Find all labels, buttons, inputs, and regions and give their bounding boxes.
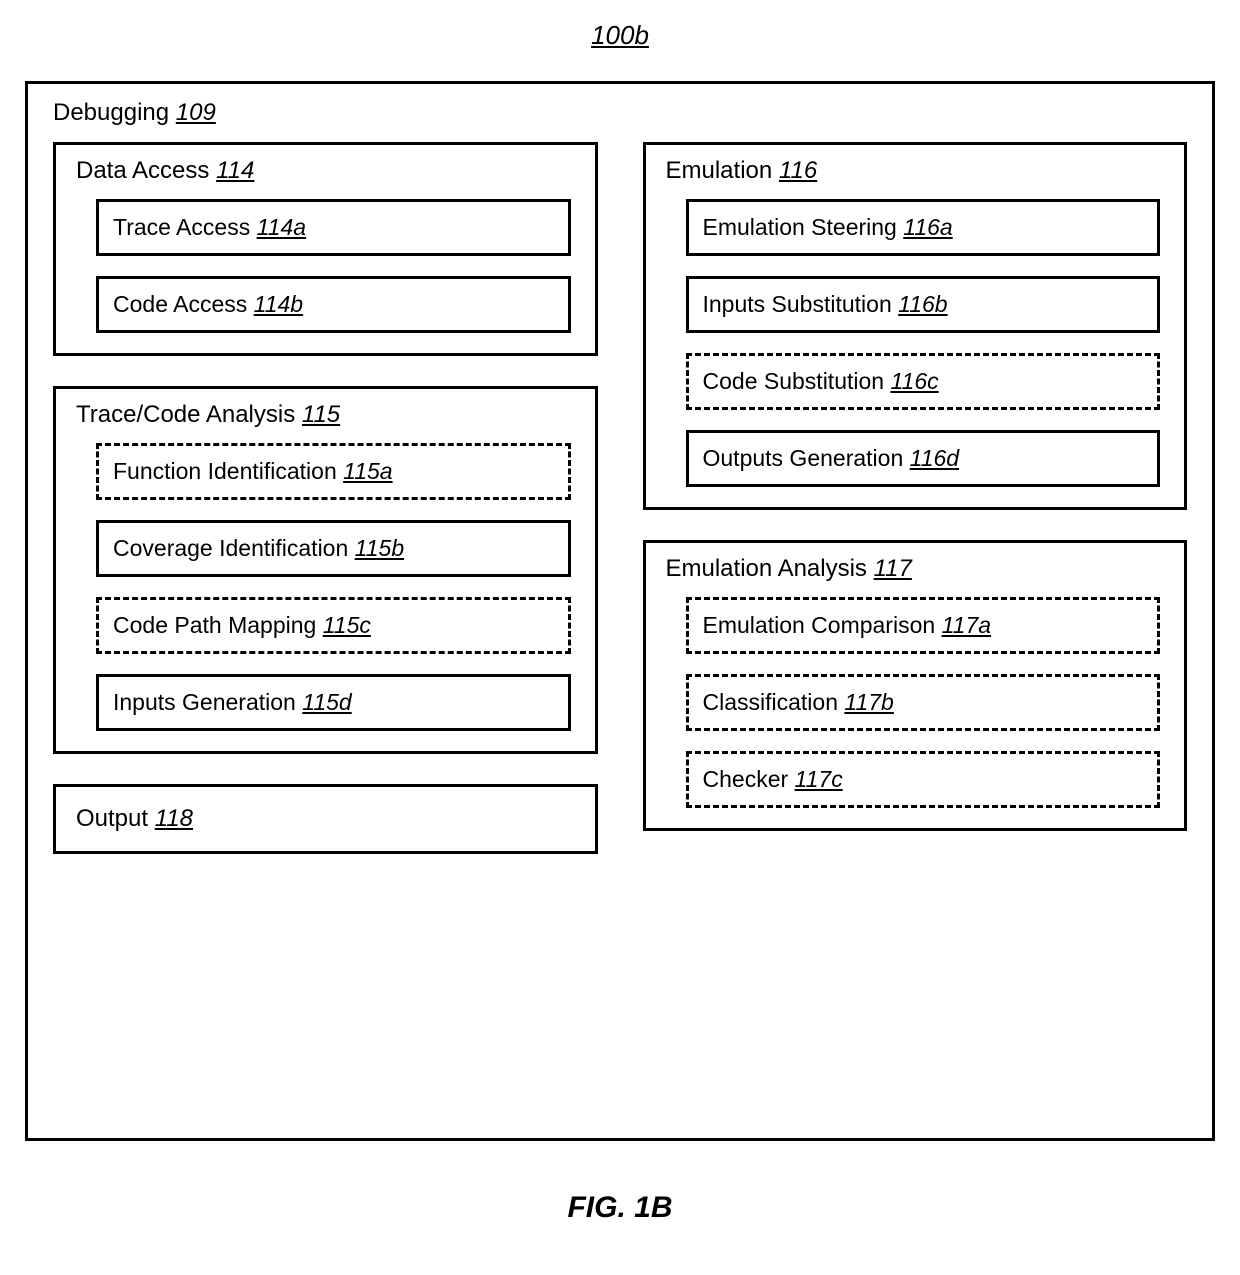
emulation-items: Emulation Steering 116a Inputs Substituti…: [666, 199, 1165, 487]
component-label: Checker: [703, 766, 795, 792]
emulation-analysis-ref: 117: [874, 555, 912, 582]
component-ref: 117b: [844, 689, 893, 715]
component-ref: 116a: [903, 214, 952, 240]
figure-page: 100b Debugging 109 Data Access 114 Trace…: [0, 0, 1240, 1275]
data-access-items: Trace Access 114a Code Access 114b: [76, 199, 575, 333]
right-column: Emulation 116 Emulation Steering 116a Inp…: [643, 142, 1188, 854]
trace-code-analysis-title: Trace/Code Analysis 115: [76, 401, 575, 429]
component-box: Function Identification 115a: [96, 443, 571, 500]
component-ref: 117c: [795, 766, 843, 792]
component-box: Inputs Generation 115d: [96, 674, 571, 731]
output-ref: 118: [155, 805, 193, 832]
emulation-analysis-items: Emulation Comparison 117a Classification …: [666, 597, 1165, 808]
component-ref: 115b: [355, 535, 404, 561]
component-ref: 116c: [890, 368, 938, 394]
emulation-label: Emulation: [666, 157, 773, 184]
component-label: Trace Access: [113, 214, 257, 240]
component-label: Classification: [703, 689, 845, 715]
component-ref: 114b: [254, 291, 303, 317]
trace-code-analysis-module: Trace/Code Analysis 115 Function Identif…: [53, 386, 598, 754]
component-ref: 115d: [302, 689, 351, 715]
emulation-analysis-module: Emulation Analysis 117 Emulation Compari…: [643, 540, 1188, 831]
debugging-ref: 109: [176, 99, 216, 126]
component-box: Code Path Mapping 115c: [96, 597, 571, 654]
figure-id: 100b: [25, 20, 1215, 51]
emulation-ref: 116: [779, 157, 817, 184]
component-label: Emulation Steering: [703, 214, 904, 240]
data-access-label: Data Access: [76, 157, 209, 184]
component-ref: 116b: [898, 291, 947, 317]
columns: Data Access 114 Trace Access 114a Code Ac…: [53, 142, 1187, 854]
component-label: Code Path Mapping: [113, 612, 323, 638]
component-ref: 116d: [910, 445, 959, 471]
component-label: Outputs Generation: [703, 445, 910, 471]
component-label: Emulation Comparison: [703, 612, 942, 638]
data-access-ref: 114: [216, 157, 254, 184]
component-label: Code Access: [113, 291, 254, 317]
component-box: Checker 117c: [686, 751, 1161, 808]
component-ref: 114a: [257, 214, 306, 240]
component-ref: 115c: [323, 612, 371, 638]
component-box: Code Substitution 116c: [686, 353, 1161, 410]
debugging-title: Debugging 109: [53, 99, 1187, 127]
component-label: Inputs Substitution: [703, 291, 899, 317]
component-box: Emulation Steering 116a: [686, 199, 1161, 256]
emulation-title: Emulation 116: [666, 157, 1165, 185]
data-access-module: Data Access 114 Trace Access 114a Code Ac…: [53, 142, 598, 356]
trace-code-analysis-ref: 115: [302, 401, 340, 428]
component-box: Emulation Comparison 117a: [686, 597, 1161, 654]
left-column: Data Access 114 Trace Access 114a Code Ac…: [53, 142, 598, 854]
component-box: Coverage Identification 115b: [96, 520, 571, 577]
emulation-analysis-title: Emulation Analysis 117: [666, 555, 1165, 583]
component-box: Outputs Generation 116d: [686, 430, 1161, 487]
trace-code-analysis-label: Trace/Code Analysis: [76, 401, 295, 428]
component-ref: 117a: [942, 612, 991, 638]
component-label: Coverage Identification: [113, 535, 355, 561]
figure-caption: FIG. 1B: [25, 1191, 1215, 1225]
component-label: Function Identification: [113, 458, 343, 484]
component-label: Code Substitution: [703, 368, 891, 394]
trace-code-analysis-items: Function Identification 115a Coverage Ide…: [76, 443, 575, 731]
emulation-module: Emulation 116 Emulation Steering 116a Inp…: [643, 142, 1188, 510]
debugging-label: Debugging: [53, 99, 169, 126]
component-label: Inputs Generation: [113, 689, 302, 715]
component-box: Inputs Substitution 116b: [686, 276, 1161, 333]
emulation-analysis-label: Emulation Analysis: [666, 555, 867, 582]
component-box: Code Access 114b: [96, 276, 571, 333]
data-access-title: Data Access 114: [76, 157, 575, 185]
component-box: Trace Access 114a: [96, 199, 571, 256]
output-label: Output: [76, 805, 148, 832]
component-ref: 115a: [343, 458, 392, 484]
output-module: Output 118: [53, 784, 598, 854]
component-box: Classification 117b: [686, 674, 1161, 731]
debugging-container: Debugging 109 Data Access 114 Trace Acce…: [25, 81, 1215, 1141]
